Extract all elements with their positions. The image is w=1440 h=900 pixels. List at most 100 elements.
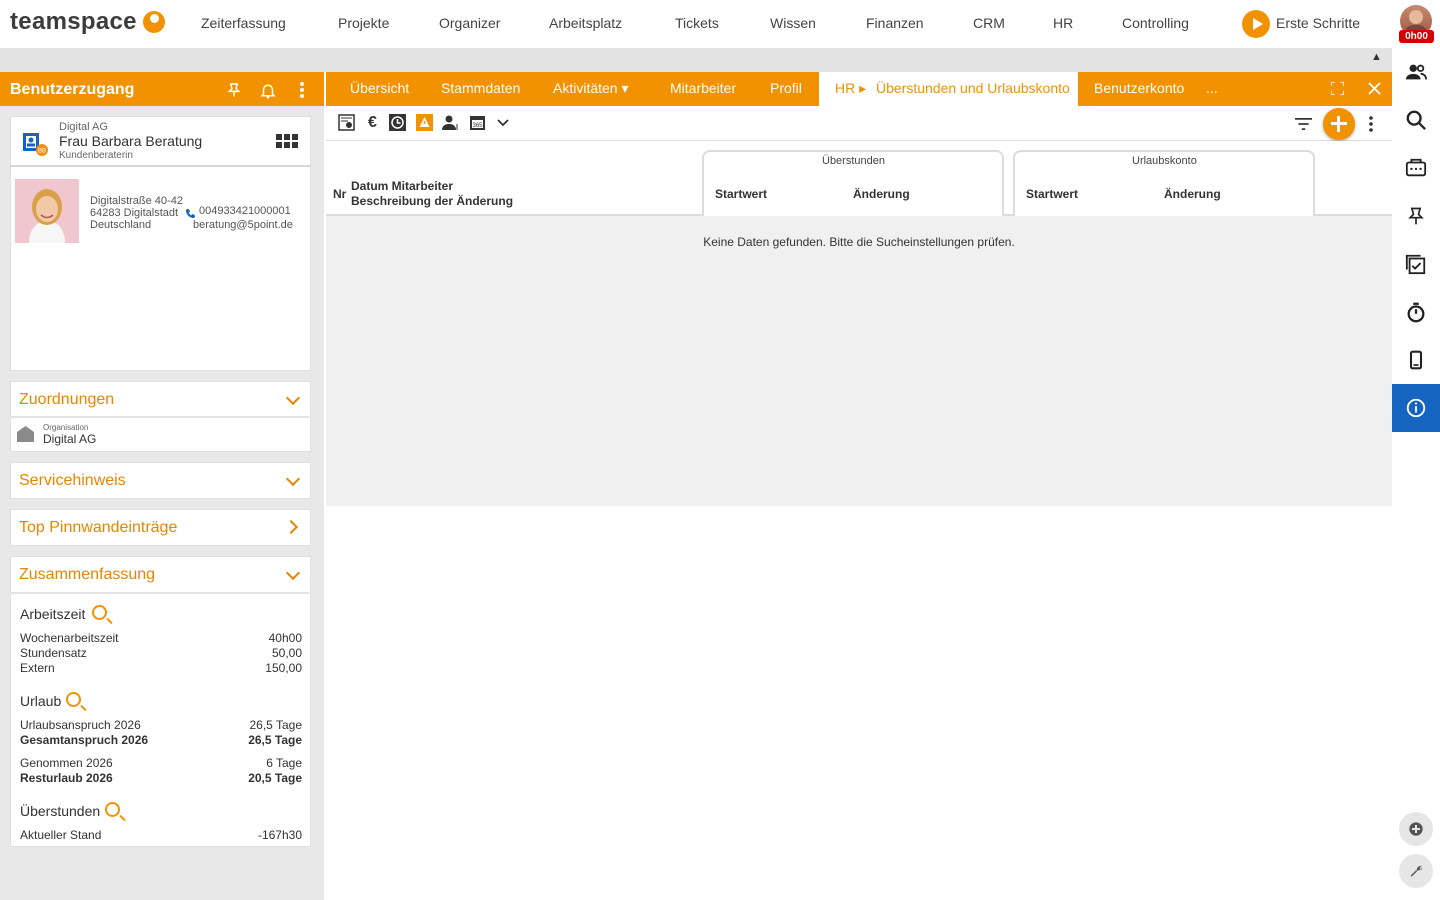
col-urlaub-startwert[interactable]: Startwert [1026,187,1078,201]
wrench-icon[interactable] [1399,854,1433,888]
summary-row-value: 150,00 [265,661,302,675]
info-icon[interactable] [1392,384,1440,432]
contact-country: Deutschland [90,219,152,231]
pin-icon[interactable] [1392,192,1440,240]
play-icon[interactable] [1242,10,1270,38]
more-vert-icon[interactable] [1368,115,1374,138]
summary-row-label: Gesamtanspruch 2026 [20,733,149,747]
filter-icon[interactable] [1295,115,1312,132]
warning-icon[interactable] [416,114,433,131]
building-icon [17,426,34,447]
summary-row-value: 40h00 [268,631,302,645]
summary-row-label: Aktueller Stand [20,828,102,842]
summary-row-value: 50,00 [271,646,302,660]
person-icon[interactable] [441,114,458,131]
calendar-icon[interactable]: 365 [469,114,486,131]
collapse-up-icon[interactable]: ▲ [1371,51,1382,63]
contact-address: Digitalstraße 40-42 64283 Digitalstadt D… [90,195,183,231]
nav-projekte[interactable]: Projekte [338,15,389,31]
apps-grid-icon[interactable] [276,134,298,153]
col-nr[interactable]: Nr [333,187,346,201]
logo-mark-icon [143,11,165,33]
summary-row-label: Resturlaub 2026 [20,771,113,785]
app-logo[interactable]: teamspace [10,8,137,36]
nav-tickets[interactable]: Tickets [675,15,719,31]
summary-title[interactable]: Zusammenfassung [19,566,155,584]
summary-row-label: Extern [20,661,55,675]
left-panel-title: Benutzerzugang [10,81,135,98]
first-steps-link[interactable]: Erste Schritte [1276,15,1360,31]
tab-ueberstunden-urlaubskonto[interactable]: Überstunden und Urlaubskonto [876,80,1070,96]
summary-row-value: 26,5 Tage [249,718,303,732]
contacts-icon[interactable] [1392,48,1440,96]
tab-more[interactable]: ... [1206,80,1218,96]
tab-mitarbeiter[interactable]: Mitarbeiter [670,80,736,96]
contact-card-icon: BB [22,131,48,157]
contact-name[interactable]: Frau Barbara Beratung [59,133,202,149]
contact-phone[interactable]: 004933421000001 [199,205,291,217]
col-ueberstunden-startwert[interactable]: Startwert [715,187,767,201]
mobile-icon[interactable] [1392,336,1440,384]
col-beschreibung[interactable]: Beschreibung der Änderung [351,194,513,208]
contact-photo [15,179,79,243]
nav-finanzen[interactable]: Finanzen [866,15,924,31]
zuordnungen-title[interactable]: Zuordnungen [19,391,114,409]
org-value[interactable]: Digital AG [43,432,96,446]
tab-uebersicht[interactable]: Übersicht [350,80,409,96]
close-icon[interactable] [1368,82,1381,100]
ueberstunden-title: Überstunden [20,803,101,819]
add-circle-icon[interactable] [1399,812,1433,846]
contact-role: Kundenberaterin [59,150,133,161]
search-icon[interactable] [1392,96,1440,144]
magnifier-icon[interactable] [66,692,81,707]
stopwatch-icon[interactable] [1392,288,1440,336]
bell-icon[interactable] [259,81,277,105]
nav-zeiterfassung[interactable]: Zeiterfassung [201,15,286,31]
document-icon[interactable] [338,114,355,131]
tab-stammdaten[interactable]: Stammdaten [441,80,520,96]
chevron-down-icon[interactable] [494,114,511,131]
summary-row-label: Stundensatz [20,646,87,660]
collapse-strip [0,48,1392,72]
contact-card [10,116,311,371]
group-urlaubskonto-label: Urlaubskonto [1132,155,1197,167]
contact-street: Digitalstraße 40-42 [90,195,183,207]
tab-benutzerkonto[interactable]: Benutzerkonto [1094,80,1184,96]
euro-icon[interactable]: € [364,114,381,131]
add-button[interactable] [1323,108,1355,140]
tab-profil[interactable]: Profil [770,80,802,96]
summary-row-value: -167h30 [257,828,302,842]
time-badge: 0h00 [1399,30,1434,43]
nav-arbeitsplatz[interactable]: Arbeitsplatz [549,15,622,31]
nav-controlling[interactable]: Controlling [1122,15,1189,31]
pin-icon[interactable] [226,81,242,104]
nav-organizer[interactable]: Organizer [439,15,500,31]
arbeitszeit-title: Arbeitszeit [20,606,86,622]
summary-row-value: 26,5 Tage [248,733,302,747]
magnifier-icon[interactable] [92,605,107,620]
summary-row-label: Urlaubsanspruch 2026 [20,718,141,732]
nav-hr[interactable]: HR [1053,15,1073,31]
col-ueberstunden-aenderung[interactable]: Änderung [853,187,910,201]
fullscreen-icon[interactable] [1330,81,1345,100]
tab-active-prefix: HR ▸ [835,80,867,96]
summary-row-value: 20,5 Tage [248,771,302,785]
svg-text:365: 365 [472,123,483,129]
empty-message: Keine Daten gefunden. Bitte die Sucheins… [703,235,1015,249]
magnifier-icon[interactable] [105,802,120,817]
top-pinnwand-title[interactable]: Top Pinnwandeinträge [19,519,177,537]
servicehinweis-title[interactable]: Servicehinweis [19,472,126,490]
col-urlaub-aenderung[interactable]: Änderung [1164,187,1221,201]
org-label: Organisation [43,423,89,432]
col-datum-mitarbeiter[interactable]: Datum Mitarbeiter [351,179,453,193]
clock-icon[interactable] [389,114,406,131]
tab-aktivitaeten[interactable]: Aktivitäten ▾ [553,80,629,97]
summary-row-label: Genommen 2026 [20,756,113,770]
summary-row-value: 6 Tage [266,756,302,770]
more-vert-icon[interactable] [299,81,305,104]
inbox-icon[interactable] [1392,144,1440,192]
nav-crm[interactable]: CRM [973,15,1005,31]
tasks-icon[interactable] [1392,240,1440,288]
nav-wissen[interactable]: Wissen [770,15,816,31]
contact-email[interactable]: beratung@5point.de [193,219,293,231]
